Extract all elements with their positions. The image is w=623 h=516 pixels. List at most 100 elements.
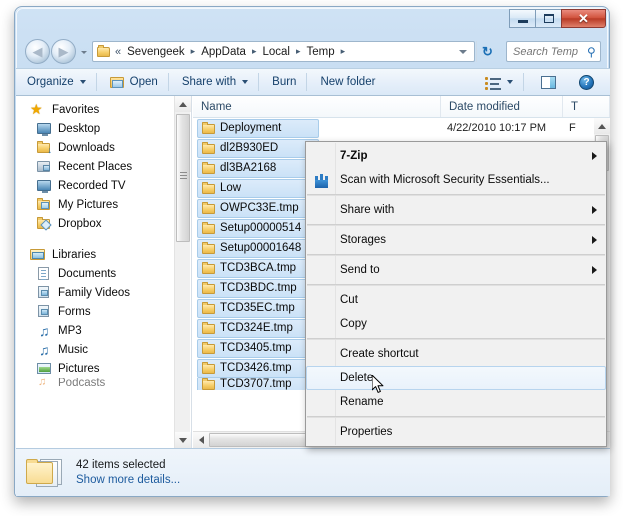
- show-more-details-link[interactable]: Show more details...: [76, 474, 180, 486]
- menu-item-send-to[interactable]: Send to: [306, 258, 606, 282]
- music-note-icon: ♫: [39, 322, 50, 339]
- close-icon: ✕: [578, 11, 589, 26]
- menu-item-cut[interactable]: Cut: [306, 288, 606, 312]
- forward-button[interactable]: ▶: [51, 39, 76, 64]
- close-button[interactable]: ✕: [561, 9, 606, 28]
- scroll-up-button[interactable]: [175, 96, 191, 112]
- minimize-button[interactable]: [509, 9, 536, 28]
- navigation-pane[interactable]: ★ Favorites Desktop ↓ Downloads Recent P…: [16, 96, 192, 448]
- column-header-name[interactable]: Name: [193, 96, 441, 117]
- file-name-cell[interactable]: TCD3405.tmp: [197, 338, 319, 358]
- back-button[interactable]: ◀: [25, 39, 50, 64]
- search-input[interactable]: [511, 44, 588, 59]
- navigation-pane-scrollbar[interactable]: [174, 96, 191, 448]
- scrollbar-thumb[interactable]: [176, 114, 190, 242]
- file-name-cell[interactable]: dl3BA2168: [197, 158, 319, 178]
- breadcrumb-temp[interactable]: Temp: [305, 45, 337, 59]
- context-menu[interactable]: 7-Zip Scan with Microsoft Security Essen…: [305, 141, 607, 447]
- file-name-cell[interactable]: OWPC33E.tmp: [197, 198, 319, 218]
- share-with-button[interactable]: Share with: [174, 72, 256, 92]
- breadcrumb-sevengeek[interactable]: Sevengeek: [125, 45, 187, 59]
- file-name-cell[interactable]: Low: [197, 178, 319, 198]
- file-name-label: Low: [220, 182, 242, 194]
- table-row[interactable]: Deployment 4/22/2010 10:17 PM F: [193, 118, 594, 138]
- organize-button[interactable]: Organize: [19, 72, 94, 92]
- file-name-cell[interactable]: Setup00000514: [197, 218, 319, 238]
- menu-item-share-with[interactable]: Share with: [306, 198, 606, 222]
- overflow-chevrons-icon[interactable]: «: [115, 46, 121, 58]
- column-header-type[interactable]: T: [563, 96, 610, 117]
- window-controls: ✕: [509, 9, 606, 29]
- help-button[interactable]: ?: [571, 71, 602, 94]
- show-preview-pane-button[interactable]: [529, 72, 568, 93]
- file-name-cell[interactable]: TCD324E.tmp: [197, 318, 319, 338]
- scroll-down-button[interactable]: [175, 432, 191, 448]
- maximize-button[interactable]: [535, 9, 562, 28]
- breadcrumb-appdata[interactable]: AppData: [199, 45, 248, 59]
- menu-item-delete[interactable]: Delete: [306, 366, 606, 390]
- sidebar-label: Recent Places: [58, 160, 133, 173]
- file-name-cell[interactable]: TCD35EC.tmp: [197, 298, 319, 318]
- file-name-label: TCD3BDC.tmp: [220, 282, 297, 294]
- file-name-cell[interactable]: TCD3BCA.tmp: [197, 258, 319, 278]
- file-name-cell[interactable]: dl2B930ED: [197, 138, 319, 158]
- sidebar-item-recent-places[interactable]: Recent Places: [16, 157, 191, 176]
- file-name-cell[interactable]: TCD3707.tmp: [197, 378, 319, 390]
- menu-item-7-zip[interactable]: 7-Zip: [306, 144, 606, 168]
- scroll-up-button[interactable]: [594, 118, 610, 134]
- scroll-left-button[interactable]: [193, 432, 209, 448]
- open-folder-icon: [109, 76, 125, 89]
- sidebar-label: My Pictures: [58, 198, 119, 211]
- breadcrumb-separator-icon[interactable]: ▸: [337, 47, 350, 56]
- menu-item-label: Send to: [340, 264, 380, 276]
- file-name-label: Setup00001648: [220, 242, 302, 254]
- file-name-cell[interactable]: Setup00001648: [197, 238, 319, 258]
- search-box[interactable]: ⚲: [506, 41, 601, 62]
- menu-item-scan-with-mse[interactable]: Scan with Microsoft Security Essentials.…: [306, 168, 606, 192]
- menu-item-properties[interactable]: Properties: [306, 420, 606, 444]
- menu-item-copy[interactable]: Copy: [306, 312, 606, 336]
- recent-locations-button[interactable]: [79, 47, 89, 57]
- toolbar-separator: [95, 73, 97, 91]
- change-view-button[interactable]: [477, 72, 521, 93]
- sidebar-item-mp3[interactable]: ♫ MP3: [16, 321, 191, 340]
- sidebar-item-music[interactable]: ♫ Music: [16, 340, 191, 359]
- menu-item-create-shortcut[interactable]: Create shortcut: [306, 342, 606, 366]
- file-name-cell[interactable]: TCD3426.tmp: [197, 358, 319, 378]
- new-folder-button[interactable]: New folder: [312, 72, 383, 92]
- file-name-cell[interactable]: TCD3BDC.tmp: [197, 278, 319, 298]
- refresh-button[interactable]: ↻: [476, 41, 498, 62]
- maximize-icon: [543, 14, 554, 23]
- sidebar-item-documents[interactable]: Documents: [16, 264, 191, 283]
- breadcrumb-separator-icon[interactable]: ▸: [187, 47, 200, 56]
- sidebar-item-dropbox[interactable]: Dropbox: [16, 214, 191, 233]
- menu-item-rename[interactable]: Rename: [306, 390, 606, 414]
- new-folder-label: New folder: [320, 76, 376, 88]
- sidebar-item-forms[interactable]: Forms: [16, 302, 191, 321]
- sidebar-item-podcasts[interactable]: ♫ Podcasts: [16, 378, 191, 387]
- column-header-date-modified[interactable]: Date modified: [441, 96, 563, 117]
- burn-button[interactable]: Burn: [264, 72, 304, 92]
- address-bar[interactable]: « Sevengeek ▸ AppData ▸ Local ▸ Temp ▸: [92, 41, 475, 62]
- breadcrumb-local[interactable]: Local: [261, 45, 293, 59]
- breadcrumb-separator-icon[interactable]: ▸: [292, 47, 305, 56]
- picture-library-icon: [36, 361, 52, 377]
- file-name-cell[interactable]: Deployment: [197, 118, 319, 138]
- sidebar-item-my-pictures[interactable]: My Pictures: [16, 195, 191, 214]
- nav-group-libraries: Libraries Documents Family Videos Forms: [16, 233, 191, 387]
- sidebar-item-downloads[interactable]: ↓ Downloads: [16, 138, 191, 157]
- sidebar-item-recorded-tv[interactable]: Recorded TV: [16, 176, 191, 195]
- sidebar-item-libraries[interactable]: Libraries: [16, 245, 191, 264]
- sidebar-item-pictures[interactable]: Pictures: [16, 359, 191, 378]
- menu-item-storages[interactable]: Storages: [306, 228, 606, 252]
- details-text-group: 42 items selected Show more details...: [76, 459, 180, 486]
- menu-item-label: Rename: [340, 396, 384, 408]
- my-pictures-folder-icon: [36, 197, 52, 213]
- sidebar-item-favorites[interactable]: ★ Favorites: [16, 100, 191, 119]
- address-dropdown-button[interactable]: [453, 49, 474, 54]
- sidebar-item-desktop[interactable]: Desktop: [16, 119, 191, 138]
- breadcrumb-separator-icon[interactable]: ▸: [248, 47, 261, 56]
- sidebar-item-family-videos[interactable]: Family Videos: [16, 283, 191, 302]
- open-button[interactable]: Open: [102, 72, 166, 93]
- sidebar-label: Documents: [58, 267, 117, 280]
